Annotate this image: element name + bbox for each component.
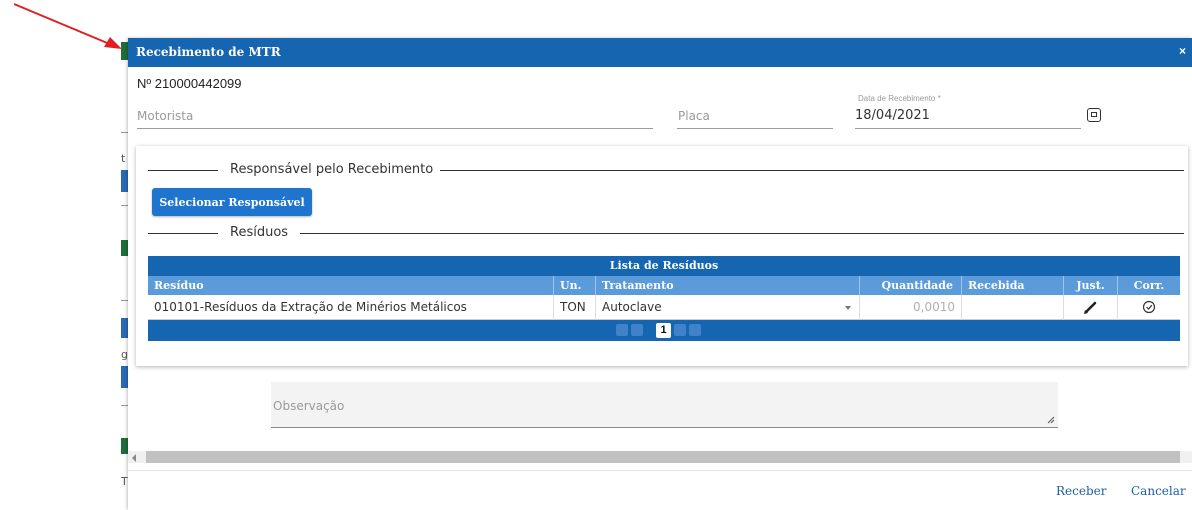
tratamento-value: Autoclave xyxy=(602,300,662,314)
pencil-icon[interactable] xyxy=(1064,295,1118,320)
col-recebida[interactable]: Recebida xyxy=(962,276,1064,295)
resize-handle-icon[interactable] xyxy=(1047,416,1055,424)
table-caption: Lista de Resíduos xyxy=(148,256,1180,276)
observacao-textarea[interactable]: Observação xyxy=(271,382,1058,428)
horizontal-scrollbar[interactable] xyxy=(128,451,1192,463)
placa-underline xyxy=(677,128,833,129)
table-row: 010101-Resíduos da Extração de Minérios … xyxy=(148,295,1180,320)
col-just[interactable]: Just. xyxy=(1064,276,1118,295)
residuos-legend: Resíduos xyxy=(148,225,1184,241)
dialog-title: Recebimento de MTR xyxy=(136,45,281,59)
background-text-fragment: g xyxy=(121,348,128,361)
prev-page-icon[interactable] xyxy=(631,324,643,336)
background-blue-block xyxy=(121,366,128,388)
col-corr[interactable]: Corr. xyxy=(1118,276,1180,295)
recebida-input[interactable] xyxy=(962,295,1064,320)
first-page-icon[interactable] xyxy=(616,324,628,336)
recebimento-dialog: Recebimento de MTR × Nº 210000442099 Mot… xyxy=(128,38,1192,510)
footer-divider xyxy=(128,470,1192,471)
table-pager: 1 xyxy=(148,320,1180,341)
cancelar-button[interactable]: Cancelar xyxy=(1131,484,1186,498)
screenshot-stage: t g T Recebimento de MTR × Nº 2100004420… xyxy=(0,0,1192,510)
responsavel-legend-text: Responsável pelo Recebimento xyxy=(230,162,434,177)
background-blue-block xyxy=(121,170,128,192)
residuos-legend-text: Resíduos xyxy=(230,225,289,240)
scroll-left-icon[interactable] xyxy=(132,454,136,462)
background-green-marker xyxy=(121,240,128,256)
motorista-field[interactable]: Motorista xyxy=(137,109,193,123)
background-divider xyxy=(121,205,128,206)
background-blue-block xyxy=(121,318,128,338)
chevron-down-icon xyxy=(845,306,851,310)
col-tratamento[interactable]: Tratamento xyxy=(596,276,860,295)
background-text-fragment: t xyxy=(121,152,126,165)
check-circle-icon[interactable] xyxy=(1118,295,1180,320)
cell-quantidade: 0,0010 xyxy=(860,295,962,320)
table-header-row: Resíduo Un. Tratamento Quantidade Recebi… xyxy=(148,276,1180,295)
responsavel-legend: Responsável pelo Recebimento xyxy=(148,162,1184,178)
residuos-table: Lista de Resíduos Resíduo Un. Tratamento… xyxy=(148,256,1180,341)
background-text-fragment: T xyxy=(121,475,128,488)
placa-field[interactable]: Placa xyxy=(678,109,710,123)
motorista-underline xyxy=(137,128,653,129)
residuos-panel: Responsável pelo Recebimento Selecionar … xyxy=(136,146,1188,366)
observacao-placeholder: Observação xyxy=(273,399,345,413)
background-divider xyxy=(121,132,128,133)
receber-button[interactable]: Receber xyxy=(1056,484,1106,498)
dialog-titlebar: Recebimento de MTR × xyxy=(128,38,1192,67)
red-arrow-annotation xyxy=(13,3,122,49)
data-underline xyxy=(855,128,1081,129)
just-cell xyxy=(1064,295,1118,320)
col-un[interactable]: Un. xyxy=(554,276,596,295)
mtr-number: Nº 210000442099 xyxy=(137,76,242,91)
background-divider xyxy=(121,300,128,301)
select-responsavel-button[interactable]: Selecionar Responsável xyxy=(152,188,312,216)
corr-cell xyxy=(1118,295,1180,320)
scrollbar-thumb[interactable] xyxy=(146,451,1180,463)
cell-un: TON xyxy=(554,295,596,320)
page-number-button[interactable]: 1 xyxy=(656,323,671,338)
next-page-icon[interactable] xyxy=(674,324,686,336)
col-residuo[interactable]: Resíduo xyxy=(148,276,554,295)
background-green-marker xyxy=(121,438,128,454)
col-quantidade[interactable]: Quantidade xyxy=(860,276,962,295)
cell-residuo: 010101-Resíduos da Extração de Minérios … xyxy=(148,295,554,320)
calendar-icon[interactable] xyxy=(1087,108,1101,122)
close-icon[interactable]: × xyxy=(1179,44,1186,58)
data-recebimento-field[interactable]: 18/04/2021 xyxy=(855,108,930,123)
last-page-icon[interactable] xyxy=(689,324,701,336)
tratamento-select[interactable]: Autoclave xyxy=(596,295,860,320)
background-divider xyxy=(121,405,128,406)
data-recebimento-label: Data de Recebimento * xyxy=(858,94,941,103)
